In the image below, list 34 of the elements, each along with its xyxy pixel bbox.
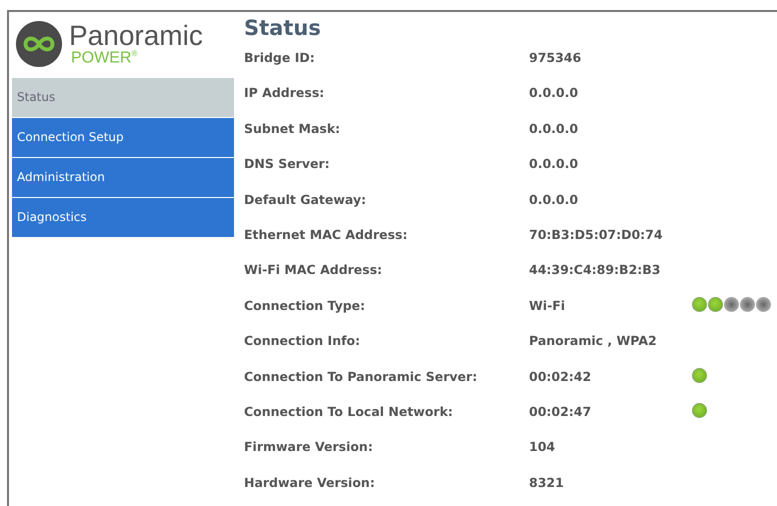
field-value: 0.0.0.0 <box>529 85 580 100</box>
field-label: Hardware Version: <box>244 474 376 490</box>
nav-item[interactable]: Diagnostics <box>12 198 234 238</box>
field-label: Default Gateway: <box>244 192 368 207</box>
field-value: 00:02:42 <box>529 368 592 384</box>
logo-name: Panoramic <box>69 22 203 50</box>
field-value: 975346 <box>529 50 582 65</box>
field-value: Panoramic , WPA2 <box>529 333 658 348</box>
field-value: 70:B3:D5:07:D0:74 <box>529 226 664 242</box>
logo-icon <box>15 20 63 68</box>
field-value: 8321 <box>529 474 565 490</box>
field-value: 44:39:C4:89:B2:B3 <box>529 262 662 278</box>
field-label: Subnet Mask: <box>244 120 342 136</box>
nav-item[interactable]: Administration <box>12 158 234 198</box>
field-value: 00:02:47 <box>529 404 592 419</box>
field-label: Firmware Version: <box>244 439 374 454</box>
logo-tagline: POWER$^{®}$ <box>71 50 138 66</box>
field-label: Bridge ID: <box>244 50 316 65</box>
field-value: Wi-Fi <box>529 298 566 313</box>
field-label: Connection To Panoramic Server: <box>244 368 478 384</box>
field-value: 0.0.0.0 <box>529 192 580 207</box>
field-label: Connection Type: <box>244 298 366 313</box>
nav-item[interactable]: Status <box>12 78 234 118</box>
field-label: Wi-Fi MAC Address: <box>244 262 384 278</box>
field-value: 0.0.0.0 <box>529 120 580 136</box>
field-label: Ethernet MAC Address: <box>244 226 408 242</box>
field-label: Connection Info: <box>244 333 362 348</box>
field-value: 0.0.0.0 <box>529 156 580 172</box>
field-label: IP Address: <box>244 85 326 100</box>
field-label: DNS Server: <box>244 156 331 172</box>
field-value: 104 <box>529 439 556 454</box>
nav-item[interactable]: Connection Setup <box>12 118 234 158</box>
page-title: Status <box>244 16 322 40</box>
field-label: Connection To Local Network: <box>244 404 454 419</box>
